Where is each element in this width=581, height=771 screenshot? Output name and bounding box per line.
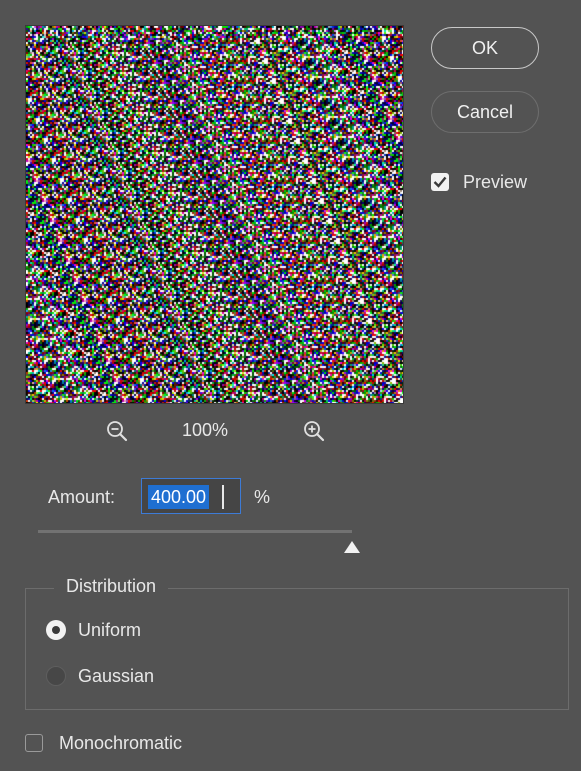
zoom-level: 100% (182, 420, 229, 440)
cancel-button[interactable]: Cancel (431, 91, 539, 133)
gaussian-label: Gaussian (78, 665, 155, 686)
amount-input[interactable]: 400.00 (141, 478, 241, 514)
monochromatic-label: Monochromatic (59, 732, 183, 753)
zoom-controls: 100% (100, 416, 340, 446)
preview-label: Preview (463, 171, 528, 192)
noise-preview-canvas[interactable] (26, 26, 403, 403)
amount-label: Amount: (48, 487, 116, 507)
zoom-in-icon[interactable] (302, 419, 326, 443)
add-noise-dialog: 100% OK Cancel Preview Amount: 400.00 % (0, 0, 581, 771)
check-icon (433, 176, 447, 188)
uniform-radio-button[interactable] (46, 620, 66, 640)
distribution-legend: Distribution (54, 576, 169, 597)
zoom-out-icon[interactable] (105, 419, 129, 443)
text-caret (222, 485, 224, 509)
uniform-label: Uniform (78, 619, 142, 640)
preview-check-box[interactable] (431, 173, 449, 191)
gaussian-radio-button[interactable] (46, 666, 66, 686)
amount-value: 400.00 (148, 485, 210, 509)
monochromatic-checkbox[interactable]: Monochromatic (25, 731, 182, 755)
preview-checkbox[interactable]: Preview (431, 170, 527, 194)
amount-slider-thumb[interactable] (343, 540, 361, 554)
uniform-radio[interactable]: Uniform (46, 618, 141, 642)
ok-button[interactable]: OK (431, 27, 539, 69)
gaussian-radio[interactable]: Gaussian (46, 664, 154, 688)
distribution-group: Distribution Uniform Gaussian (25, 576, 569, 710)
monochromatic-check-box[interactable] (25, 734, 43, 752)
preview-image[interactable] (25, 25, 404, 404)
amount-unit: % (254, 487, 271, 507)
amount-slider-track[interactable] (38, 530, 352, 533)
